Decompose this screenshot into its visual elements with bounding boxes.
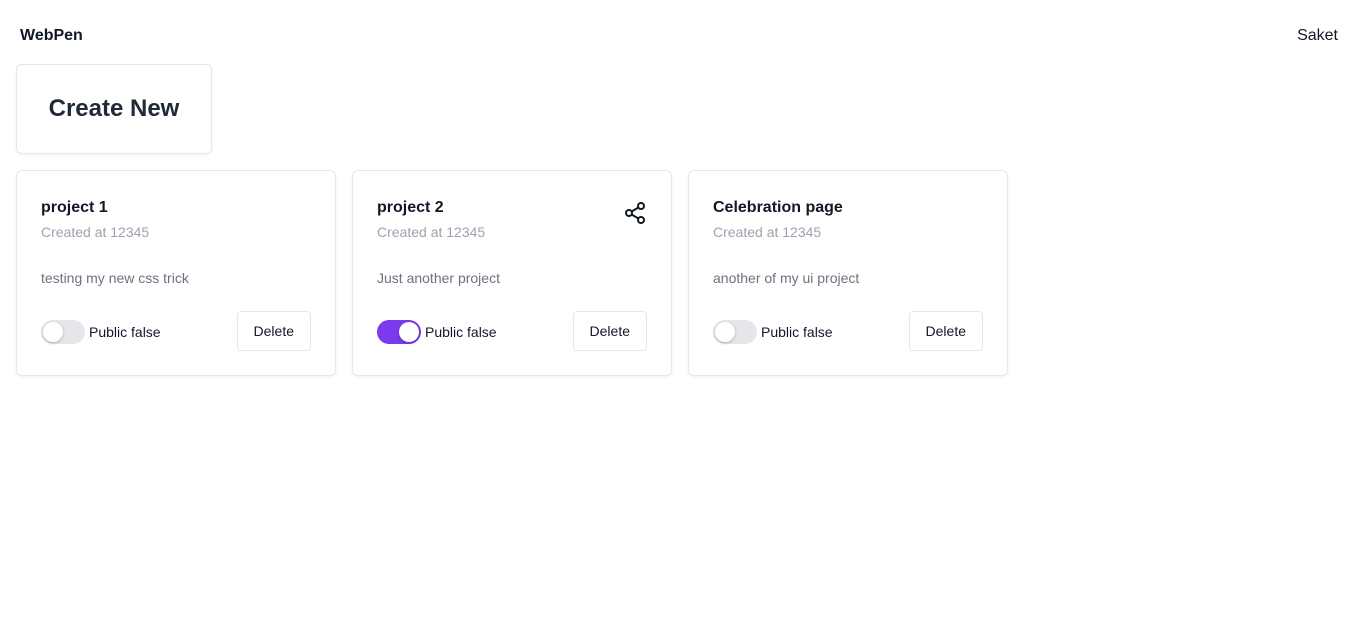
project-card[interactable]: project 1 Created at 12345 testing my ne… [16, 170, 336, 376]
project-list: project 1 Created at 12345 testing my ne… [16, 170, 1008, 376]
public-toggle[interactable] [377, 320, 421, 344]
project-title: project 1 [41, 199, 108, 216]
project-description: Just another project [377, 270, 500, 286]
project-card[interactable]: project 2 Created at 12345 Just another … [352, 170, 672, 376]
project-created-date: Created at 12345 [713, 224, 822, 240]
project-created-date: Created at 12345 [41, 224, 150, 240]
project-description: testing my new css trick [41, 270, 189, 286]
app-brand[interactable]: WebPen [20, 27, 83, 45]
project-card[interactable]: Celebration page Created at 12345 anothe… [688, 170, 1008, 376]
create-new-label: Create New [48, 95, 180, 122]
public-toggle[interactable] [713, 320, 757, 344]
project-description: another of my ui project [713, 270, 860, 286]
user-name[interactable]: Saket [1297, 27, 1338, 45]
project-title: project 2 [377, 199, 444, 216]
public-toggle-label: Public false [89, 324, 161, 340]
project-created-date: Created at 12345 [377, 224, 486, 240]
public-toggle[interactable] [41, 320, 85, 344]
project-title: Celebration page [713, 199, 843, 216]
delete-button[interactable]: Delete [236, 311, 311, 351]
delete-button[interactable]: Delete [572, 311, 647, 351]
top-bar: WebPen Saket [0, 0, 1358, 64]
public-toggle-label: Public false [425, 324, 497, 340]
public-toggle-label: Public false [761, 324, 833, 340]
delete-button[interactable]: Delete [908, 311, 983, 351]
toggle-knob [399, 322, 419, 342]
share-icon[interactable] [623, 201, 647, 225]
create-new-card[interactable]: Create New [16, 64, 212, 154]
toggle-knob [43, 322, 63, 342]
toggle-knob [715, 322, 735, 342]
